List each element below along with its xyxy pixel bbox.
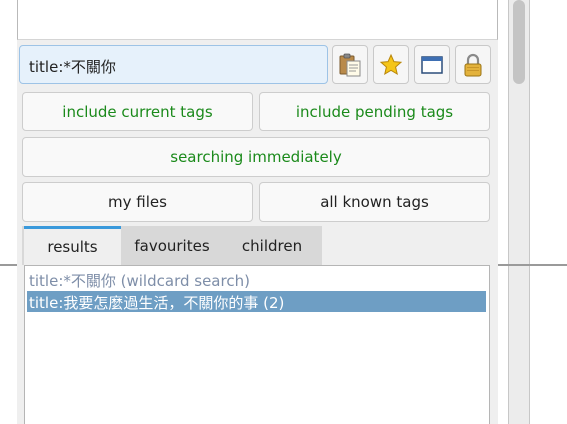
tab-favourites[interactable]: favourites	[121, 226, 223, 265]
tag-domain-button[interactable]: all known tags	[259, 182, 490, 222]
lock-icon	[464, 53, 482, 76]
lock-button[interactable]	[455, 45, 491, 84]
paste-button[interactable]	[332, 45, 368, 84]
clipboard-icon	[339, 53, 361, 76]
upper-panel	[17, 0, 498, 40]
tab-children[interactable]: children	[223, 226, 321, 265]
tag-search-input[interactable]: title:*不關你	[19, 45, 328, 84]
include-current-tags-button[interactable]: include current tags	[22, 92, 253, 131]
include-pending-tags-button[interactable]: include pending tags	[259, 92, 490, 131]
searching-immediately-button[interactable]: searching immediately	[22, 137, 490, 177]
star-icon	[379, 53, 403, 75]
file-domain-button[interactable]: my files	[22, 182, 253, 222]
window-button[interactable]	[414, 45, 450, 84]
splitter-right[interactable]	[497, 264, 567, 266]
outer-scrollbar-thumb[interactable]	[513, 0, 525, 84]
list-item[interactable]: title:*不關你 (wildcard search)	[27, 269, 486, 290]
window-icon	[421, 55, 443, 74]
favourite-searches-button[interactable]	[373, 45, 409, 84]
tab-results[interactable]: results	[24, 226, 121, 265]
list-item-selected[interactable]: title:我要怎麼過生活，不關你的事 (2)	[27, 291, 486, 312]
